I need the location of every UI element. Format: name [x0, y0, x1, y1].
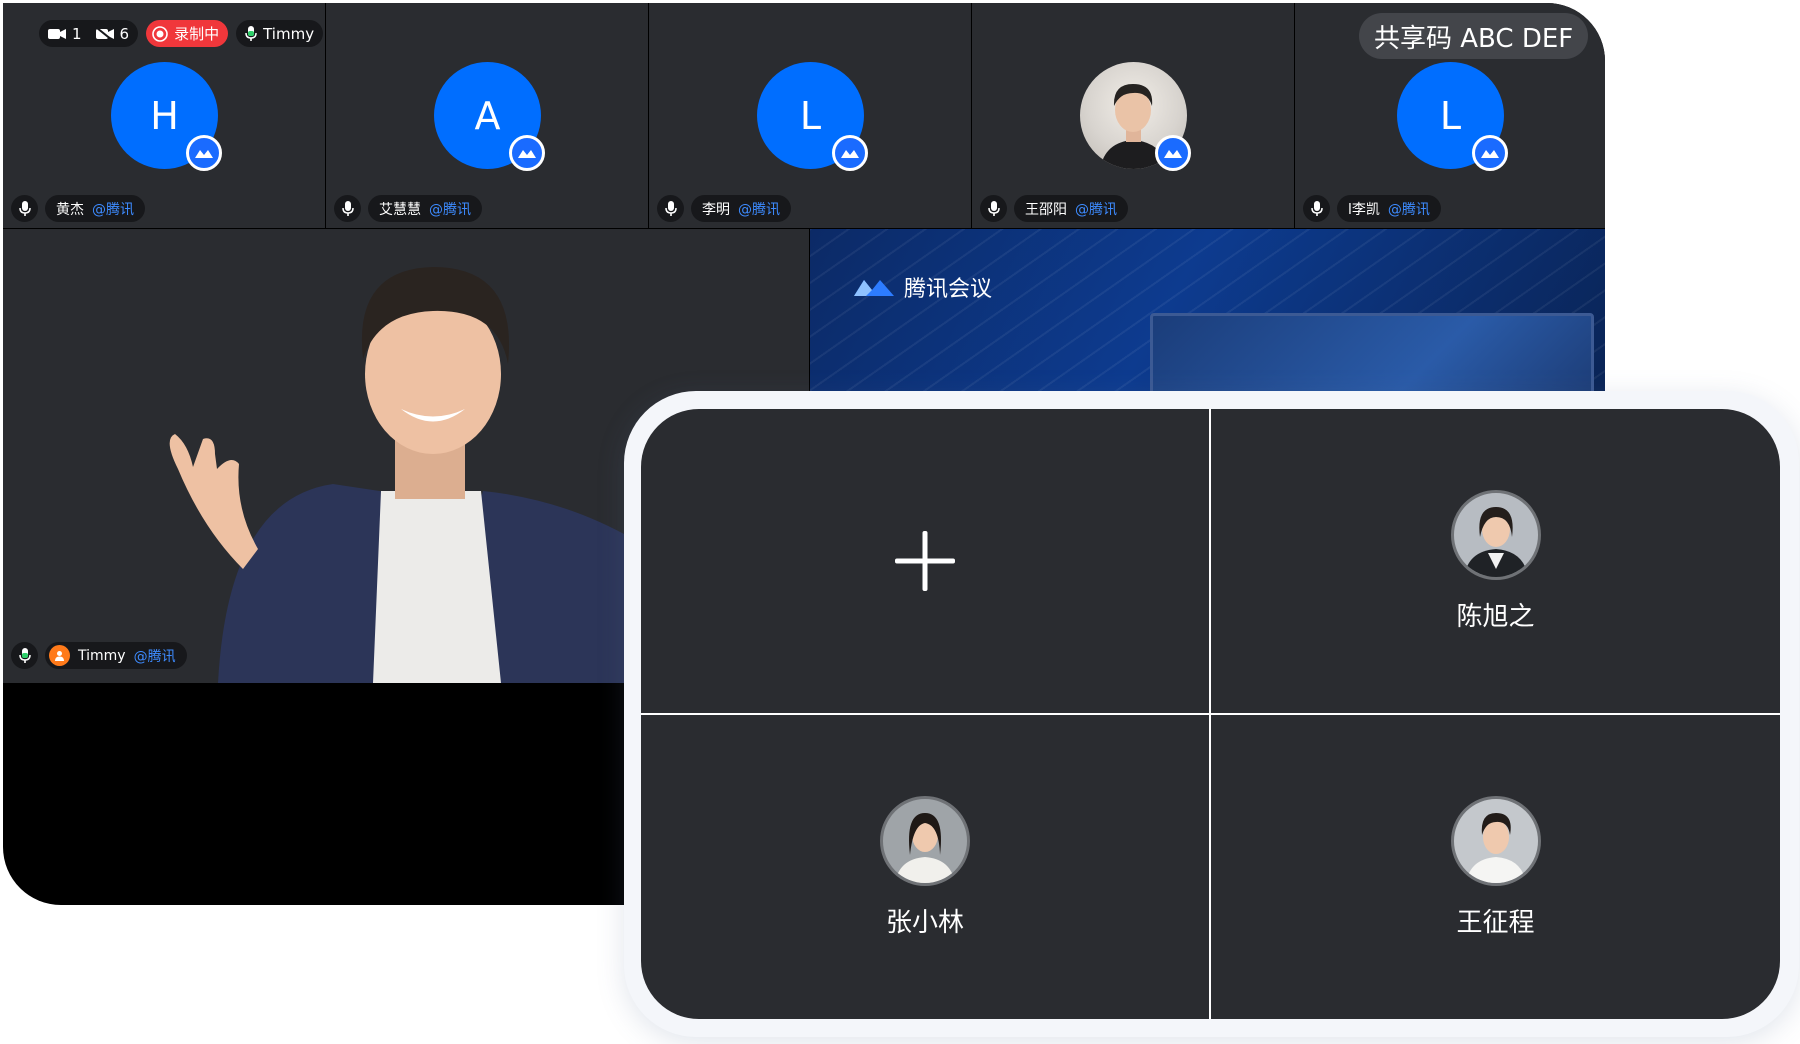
participant-name-text: 艾慧慧 — [379, 201, 421, 218]
meeting-status-bar: 1 6 录制中 Timmy — [39, 20, 324, 47]
participant-name: l李凯 @腾讯 — [1337, 195, 1441, 222]
microphone-icon[interactable] — [11, 195, 38, 222]
microphone-icon[interactable] — [1303, 195, 1330, 222]
microphone-icon[interactable] — [980, 195, 1007, 222]
member-avatar — [880, 795, 970, 886]
speaker-name: Timmy @腾讯 — [45, 642, 187, 669]
participant-name-text: 李明 — [702, 201, 730, 218]
avatar-initial: H — [150, 93, 179, 138]
video-off-count: 6 — [119, 24, 130, 43]
record-icon — [152, 25, 168, 42]
participant-org: @腾讯 — [92, 201, 134, 218]
share-app-title: 腾讯会议 — [852, 271, 992, 303]
participant-avatar: L — [757, 62, 868, 171]
member-name: 王征程 — [1456, 907, 1535, 938]
member-name: 陈旭之 — [1456, 601, 1535, 632]
member-avatar — [1450, 489, 1541, 580]
speaking-indicator: Timmy — [236, 20, 324, 47]
member-name: 张小林 — [885, 907, 964, 938]
participant-org: @腾讯 — [429, 201, 471, 218]
speaker-name-pill: Timmy @腾讯 — [11, 642, 187, 669]
speaking-user-name: Timmy — [263, 24, 315, 43]
speaker-name-text: Timmy — [78, 647, 126, 664]
participant-name: 王邵阳 @腾讯 — [1014, 195, 1128, 222]
participant-name-text: 王邵阳 — [1025, 201, 1067, 218]
speaker-avatar-icon — [49, 645, 70, 666]
camera-icon — [48, 28, 66, 39]
tencent-meeting-logo-icon — [854, 280, 894, 296]
member-cell[interactable]: 张小林 — [641, 715, 1209, 1019]
member-photo-icon — [1463, 506, 1528, 577]
participant-name-text: 黄杰 — [56, 201, 84, 218]
participant-name-pill: 艾慧慧 @腾讯 — [334, 195, 482, 222]
participant-org: @腾讯 — [1387, 201, 1430, 218]
plus-icon — [895, 531, 955, 591]
recording-label: 录制中 — [174, 25, 220, 43]
participant-tile[interactable]: A 艾慧慧 @腾讯 — [326, 3, 648, 228]
shared-screen-preview — [1150, 313, 1594, 399]
participant-org: @腾讯 — [1075, 201, 1117, 218]
tencent-meeting-logo-icon — [186, 135, 222, 171]
tencent-meeting-logo-icon — [509, 135, 545, 171]
participant-tile[interactable]: L 李明 @腾讯 — [649, 3, 971, 228]
speaker-microphone-icon[interactable] — [11, 642, 38, 669]
video-status-pill: 1 6 — [39, 20, 139, 47]
avatar-initial: L — [1439, 93, 1462, 138]
participant-avatar: A — [434, 62, 545, 171]
floating-member-panel: 陈旭之 张小林 王征程 — [641, 409, 1780, 1019]
member-cell[interactable]: 王征程 — [1211, 715, 1780, 1019]
participant-avatar: H — [111, 62, 222, 171]
participant-name-pill: 王邵阳 @腾讯 — [980, 195, 1128, 222]
share-code-badge[interactable]: 共享码 ABC DEF — [1359, 13, 1589, 59]
recording-badge[interactable]: 录制中 — [146, 20, 229, 47]
participant-name: 艾慧慧 @腾讯 — [368, 195, 482, 222]
participant-name-pill: 李明 @腾讯 — [657, 195, 791, 222]
camera-off-icon — [95, 27, 114, 40]
add-member-cell[interactable] — [641, 409, 1209, 713]
participant-name: 黄杰 @腾讯 — [45, 195, 145, 222]
participant-org: @腾讯 — [738, 201, 780, 218]
tencent-meeting-logo-icon — [1155, 135, 1191, 171]
participant-photo-avatar — [1080, 62, 1191, 171]
video-on-count: 1 — [72, 24, 82, 43]
microphone-icon[interactable] — [334, 195, 361, 222]
speaker-org: @腾讯 — [133, 648, 176, 665]
tencent-meeting-logo-icon — [1472, 135, 1508, 171]
avatar-initial: L — [799, 93, 822, 138]
participant-avatar: L — [1397, 62, 1508, 171]
microphone-icon[interactable] — [657, 195, 684, 222]
member-cell[interactable]: 陈旭之 — [1211, 409, 1780, 713]
participant-name-pill: l李凯 @腾讯 — [1303, 195, 1441, 222]
participant-tile[interactable]: 王邵阳 @腾讯 — [972, 3, 1294, 228]
participant-name-pill: 黄杰 @腾讯 — [11, 195, 145, 222]
share-app-title-text: 腾讯会议 — [904, 277, 993, 302]
participant-name: 李明 @腾讯 — [691, 195, 791, 222]
member-photo-icon — [1465, 812, 1526, 883]
member-photo-icon — [895, 812, 955, 883]
tencent-meeting-logo-icon — [832, 135, 868, 171]
avatar-initial: A — [474, 93, 501, 138]
participant-name-text: l李凯 — [1348, 201, 1380, 218]
member-avatar — [1450, 795, 1541, 886]
screen-share-view[interactable]: 腾讯会议 — [810, 229, 1605, 399]
speaking-microphone-icon — [245, 25, 257, 41]
